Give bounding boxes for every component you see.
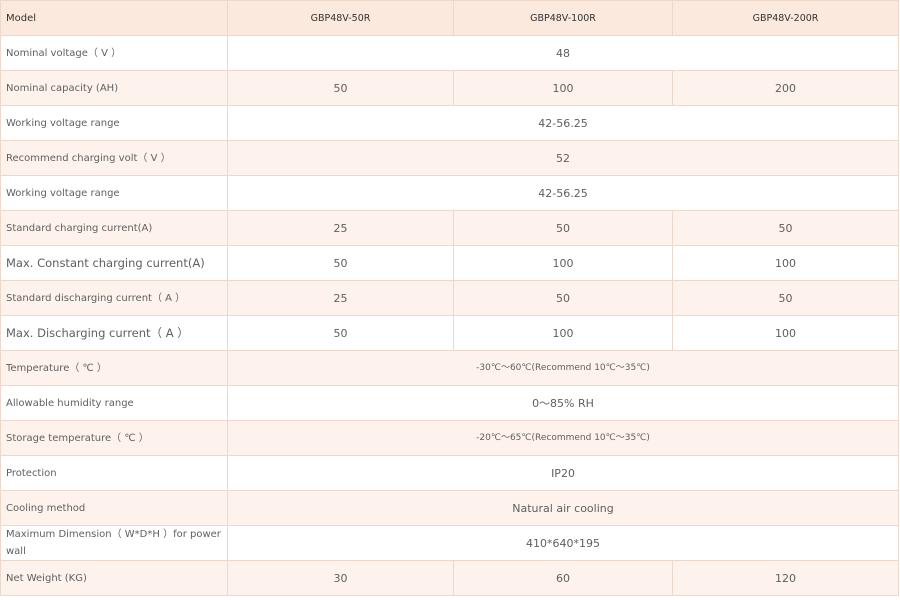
header-model: Model <box>0 0 228 36</box>
row-value: 100 <box>453 70 673 106</box>
row-label: Max. Discharging current（ A ） <box>0 315 228 351</box>
row-value: 25 <box>227 280 454 316</box>
table-row: Max. Constant charging current(A) 50 100 10… <box>0 245 899 281</box>
table-row: Working voltage range 42-56.25 <box>0 175 899 211</box>
row-value: 100 <box>453 245 673 281</box>
row-value: 50 <box>227 70 454 106</box>
table-row: Net Weight (KG) 30 60 120 <box>0 560 899 596</box>
row-label: Nominal voltage（ V ） <box>0 35 228 71</box>
row-value: 50 <box>672 210 899 246</box>
table-row: Nominal capacity (AH) 50 100 200 <box>0 70 899 106</box>
row-value: 100 <box>672 245 899 281</box>
table-row: Protection IP20 <box>0 455 899 491</box>
row-label: Standard discharging current（ A ） <box>0 280 228 316</box>
row-value: 50 <box>227 245 454 281</box>
header-gbp48v-50r: GBP48V-50R <box>227 0 454 36</box>
row-value: 100 <box>672 315 899 351</box>
row-value: 50 <box>453 210 673 246</box>
row-label: Nominal capacity (AH) <box>0 70 228 106</box>
header-gbp48v-200r: GBP48V-200R <box>672 0 899 36</box>
header-gbp48v-100r: GBP48V-100R <box>453 0 673 36</box>
row-value: 0～85% RH <box>227 385 899 421</box>
table-row: Nominal voltage（ V ） 48 <box>0 35 899 71</box>
row-label: Allowable humidity range <box>0 385 228 421</box>
table-row: Max. Discharging current（ A ） 50 100 100 <box>0 315 899 351</box>
row-label: Working voltage range <box>0 175 228 211</box>
table-row: Cooling method Natural air cooling <box>0 490 899 526</box>
row-value: 52 <box>227 140 899 176</box>
row-label: Storage temperature（ ℃ ） <box>0 420 228 456</box>
row-label: Max. Constant charging current(A) <box>0 245 228 281</box>
row-value: 48 <box>227 35 899 71</box>
row-value: 100 <box>453 315 673 351</box>
spec-table: Model GBP48V-50R GBP48V-100R GBP48V-200R… <box>0 0 899 596</box>
row-label: Temperature（ ℃ ） <box>0 350 228 386</box>
row-label: Cooling method <box>0 490 228 526</box>
row-value: 120 <box>672 560 899 596</box>
table-row: Standard discharging current（ A ） 25 50 50 <box>0 280 899 316</box>
table-row: Recommend charging volt（ V ） 52 <box>0 140 899 176</box>
table-row: Storage temperature（ ℃ ） -20℃～65℃(Recomme… <box>0 420 899 456</box>
row-value: 200 <box>672 70 899 106</box>
row-value: 25 <box>227 210 454 246</box>
row-label: Maximum Dimension（ W*D*H ）for power wall <box>0 525 228 561</box>
row-value: IP20 <box>227 455 899 491</box>
row-value: 30 <box>227 560 454 596</box>
row-label: Working voltage range <box>0 105 228 141</box>
row-value: 50 <box>227 315 454 351</box>
table-row: Working voltage range 42-56.25 <box>0 105 899 141</box>
table-row: Allowable humidity range 0～85% RH <box>0 385 899 421</box>
row-value: Natural air cooling <box>227 490 899 526</box>
row-value: 60 <box>453 560 673 596</box>
row-value: 50 <box>453 280 673 316</box>
row-value: -20℃～65℃(Recommend 10℃～35℃) <box>227 420 899 456</box>
row-label: Protection <box>0 455 228 491</box>
row-value: 410*640*195 <box>227 525 899 561</box>
table-row: Temperature（ ℃ ） -30℃～60℃(Recommend 10℃～3… <box>0 350 899 386</box>
row-label: Recommend charging volt（ V ） <box>0 140 228 176</box>
row-value: 42-56.25 <box>227 175 899 211</box>
row-value: 42-56.25 <box>227 105 899 141</box>
row-label: Standard charging current(A) <box>0 210 228 246</box>
table-header-row: Model GBP48V-50R GBP48V-100R GBP48V-200R <box>0 0 899 36</box>
row-label: Net Weight (KG) <box>0 560 228 596</box>
table-row: Standard charging current(A) 25 50 50 <box>0 210 899 246</box>
row-value: -30℃～60℃(Recommend 10℃～35℃) <box>227 350 899 386</box>
row-value: 50 <box>672 280 899 316</box>
table-row: Maximum Dimension（ W*D*H ）for power wall… <box>0 525 899 561</box>
